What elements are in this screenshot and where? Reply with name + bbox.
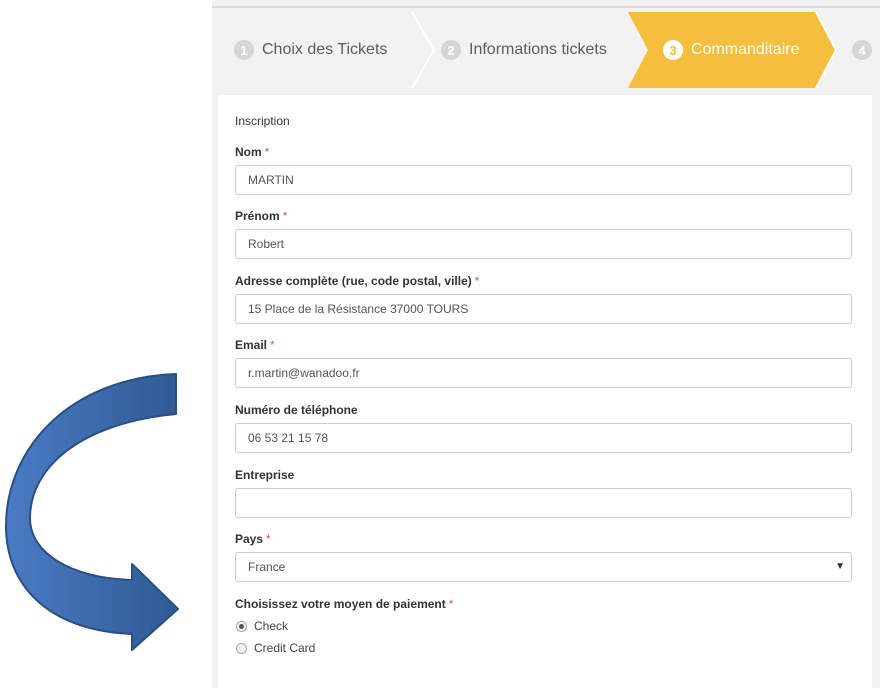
step-1[interactable]: 1 Choix des Tickets (234, 12, 387, 88)
step-number: 3 (663, 40, 683, 60)
pays-select[interactable]: France ▼ (235, 552, 852, 582)
adresse-label: Adresse complète (rue, code postal, vill… (235, 274, 479, 288)
checkout-steps: 1 Choix des Tickets 2 Informations ticke… (212, 12, 880, 88)
required-mark: * (266, 532, 271, 546)
adresse-input[interactable]: 15 Place de la Résistance 37000 TOURS (235, 294, 852, 324)
step-number: 4 (852, 40, 872, 60)
label-text: Prénom (235, 209, 280, 223)
label-text: Email (235, 338, 268, 352)
payment-option-check[interactable]: Check (236, 619, 288, 633)
required-mark: * (448, 597, 454, 611)
label-text: Choisissez votre moyen de paiement (235, 597, 446, 611)
payment-option-credit-card[interactable]: Credit Card (236, 641, 315, 655)
payment-label: Choisissez votre moyen de paiement * (235, 597, 453, 611)
required-mark: * (270, 338, 275, 352)
step-label: Choix des Tickets (262, 41, 388, 58)
entreprise-label: Entreprise (235, 468, 295, 482)
curved-arrow-icon (5, 373, 179, 651)
label-text: Pays (235, 532, 264, 546)
step-4[interactable]: 4 (852, 12, 880, 88)
pays-selected-value: France (248, 560, 286, 574)
step-number: 2 (441, 40, 461, 60)
step-label: Informations tickets (469, 41, 607, 58)
nom-input[interactable]: MARTIN (235, 165, 852, 195)
radio-button[interactable] (236, 620, 247, 632)
payment-option-label: Credit Card (254, 641, 316, 655)
prenom-input[interactable]: Robert (235, 229, 852, 259)
top-divider (212, 6, 880, 8)
prenom-label: Prénom * (235, 209, 287, 223)
telephone-input[interactable]: 06 53 21 15 78 (235, 423, 852, 453)
pays-label: Pays * (235, 532, 271, 546)
email-label: Email * (235, 338, 275, 352)
nom-label: Nom * (235, 145, 269, 159)
section-title: Inscription (235, 114, 290, 128)
step-number: 1 (234, 40, 254, 60)
required-mark: * (264, 145, 270, 159)
label-text: Adresse complète (rue, code postal, vill… (235, 274, 472, 288)
dropdown-caret-icon: ▼ (835, 561, 845, 572)
telephone-label: Numéro de téléphone (235, 403, 358, 417)
label-text: Nom (235, 145, 262, 159)
step-label: Commanditaire (691, 41, 800, 58)
radio-button[interactable] (236, 642, 247, 654)
entreprise-input[interactable] (235, 488, 852, 518)
step-2[interactable]: 2 Informations tickets (441, 12, 607, 88)
step-3[interactable]: 3 Commanditaire (663, 12, 799, 88)
email-input[interactable]: r.martin@wanadoo.fr (235, 358, 852, 388)
required-mark: * (474, 274, 480, 288)
payment-option-label: Check (254, 619, 289, 633)
required-mark: * (282, 209, 288, 223)
